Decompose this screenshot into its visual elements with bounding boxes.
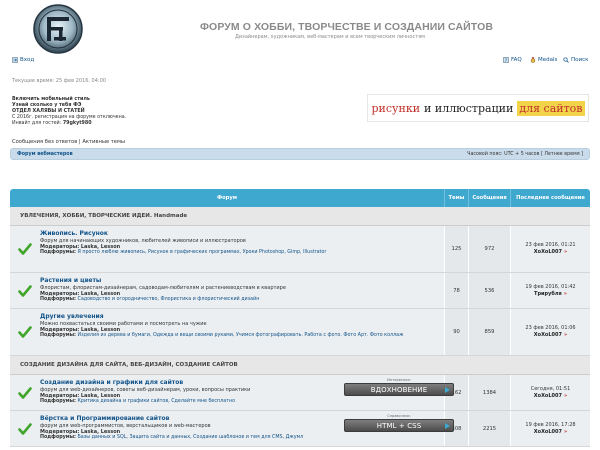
topics-count: 125 xyxy=(444,226,468,272)
posts-count: 536 xyxy=(468,273,510,308)
category-title[interactable]: СОЗДАНИЕ ДИЗАЙНА ДЛЯ САЙТА, ВЕБ-ДИЗАЙН, … xyxy=(10,356,590,375)
last-post: 19 фев 2016, 17:28 XoXoL007» xyxy=(510,411,590,446)
forum-title[interactable]: Живопись. Рисунок xyxy=(40,230,444,238)
last-post: 23 фев 2016, 01:06 XoXoL007» xyxy=(510,309,590,355)
last-post-user[interactable]: XoXoL007 xyxy=(534,393,562,399)
play-arrow-icon xyxy=(445,387,450,393)
faq-label: FAQ xyxy=(511,57,522,63)
login-label: Вход xyxy=(20,57,35,63)
forum-subforums: Подфорумы: Критика дизайна и графики сай… xyxy=(40,399,236,405)
goto-last-post-icon[interactable]: » xyxy=(564,429,567,435)
table-row: Растения и цветы Флористам, флористам-ди… xyxy=(10,273,590,309)
current-time: Текущее время: 25 фев 2016, 04:00 xyxy=(12,78,106,84)
ad-banner[interactable]: рисунки и иллюстрации для сайтов xyxy=(367,94,589,122)
search-label: Поиск xyxy=(571,57,589,63)
quick-links[interactable]: Сообщения без ответов | Активные темы xyxy=(12,139,125,145)
invite-code: 79gkyt980 xyxy=(62,121,92,126)
faq-link[interactable]: ? FAQ xyxy=(503,57,522,63)
login-link[interactable]: Вход xyxy=(12,57,34,63)
medals-link[interactable]: Medals xyxy=(530,57,557,63)
breadcrumb-bar: Форум вебмастеров Часовой пояс: UTC + 5 … xyxy=(10,148,590,160)
header-topics: Темы xyxy=(444,189,468,207)
breadcrumb[interactable]: Форум вебмастеров xyxy=(17,152,73,157)
topics-count: 78 xyxy=(444,273,468,308)
table-row: Вёрстка и Программирование сайтов форум … xyxy=(10,411,590,447)
last-post-user[interactable]: Трирубля xyxy=(534,291,562,297)
login-icon xyxy=(12,57,18,63)
banner-part-3: для сайтов xyxy=(517,100,585,116)
posts-count: 2215 xyxy=(468,411,510,446)
last-post: 19 фев 2016, 01:42 Трирубля» xyxy=(510,273,590,308)
goto-last-post-icon[interactable]: » xyxy=(564,393,567,399)
goto-last-post-icon[interactable]: » xyxy=(564,332,567,338)
info-block: Включить мобильный стиль Узнай сколько у… xyxy=(12,97,126,127)
forum-subforums: Подфорумы: Базы данных и SQL, Защита сай… xyxy=(40,435,304,441)
header-last-post: Последнее сообщение xyxy=(510,189,590,207)
invite-label: Инвайт для гостей: xyxy=(12,121,62,126)
forum-subforums: Подфорумы: Я просто люблю живопись, Рису… xyxy=(40,250,327,256)
last-post: 23 фев 2016, 01:21 XoXoL007» xyxy=(510,226,590,272)
forum-table: Форум Темы Сообщения Последнее сообщение… xyxy=(10,189,590,447)
last-post-date: 23 фев 2016, 01:06 xyxy=(525,325,576,331)
goto-last-post-icon[interactable]: » xyxy=(564,291,567,297)
posts-count: 972 xyxy=(468,226,510,272)
forum-read-check-icon xyxy=(18,243,32,255)
promo-reference: Справочник: HTML + CSS xyxy=(344,414,454,432)
inspiration-button[interactable]: ВДОХНОВЕНИЕ xyxy=(344,383,454,396)
forum-read-check-icon xyxy=(18,285,32,297)
posts-count: 859 xyxy=(468,309,510,355)
forum-read-check-icon xyxy=(18,326,32,338)
faq-icon: ? xyxy=(503,57,509,63)
site-logo-icon[interactable] xyxy=(30,3,86,55)
table-row: Другие увлечения Можно похвастаться свои… xyxy=(10,309,590,356)
forum-read-check-icon xyxy=(18,387,32,399)
play-arrow-icon xyxy=(445,423,450,429)
invite-line: Инвайт для гостей: 79gkyt980 xyxy=(12,121,126,127)
last-post-date: Сегодня, 01:51 xyxy=(530,385,571,392)
forum-subforums: Подфорумы: Изделия из дерева и бумаги, О… xyxy=(40,333,404,339)
search-icon xyxy=(563,57,569,63)
site-title[interactable]: ФОРУМ О ХОББИ, ТВОРЧЕСТВЕ И СОЗДАНИИ САЙ… xyxy=(200,21,493,33)
table-row: Живопись. Рисунок Форум для начинающих х… xyxy=(10,226,590,273)
site-header: ФОРУМ О ХОББИ, ТВОРЧЕСТВЕ И СОЗДАНИИ САЙ… xyxy=(0,0,600,54)
search-link[interactable]: Поиск xyxy=(563,57,588,63)
posts-count: 1384 xyxy=(468,375,510,410)
last-post-user[interactable]: XoXoL007 xyxy=(534,249,562,255)
forum-read-check-icon xyxy=(18,423,32,435)
last-post: Сегодня, 01:51 XoXoL007» xyxy=(510,375,590,410)
forum-title[interactable]: Растения и цветы xyxy=(40,277,444,285)
html-css-button[interactable]: HTML + CSS xyxy=(344,419,454,432)
table-row: Создание дизайна и графики для сайтов фо… xyxy=(10,375,590,411)
last-post-user[interactable]: XoXoL007 xyxy=(534,332,562,338)
table-header: Форум Темы Сообщения Последнее сообщение xyxy=(10,189,590,207)
forum-subforums: Подфорумы: Садоводство и огородничество,… xyxy=(40,297,260,303)
last-post-date: 23 фев 2016, 01:21 xyxy=(525,242,576,248)
banner-part-2: и иллюстрации xyxy=(424,101,514,115)
promo-inspiration: Интересное: ВДОХНОВЕНИЕ xyxy=(344,378,454,396)
last-post-date: 19 фев 2016, 17:28 xyxy=(525,421,576,428)
medal-icon xyxy=(530,57,536,63)
category-title[interactable]: УВЛЕЧЕНИЯ, ХОББИ, ТВОРЧЕСКИЕ ИДЕИ. Handm… xyxy=(10,207,590,226)
topics-count: 90 xyxy=(444,309,468,355)
goto-last-post-icon[interactable]: » xyxy=(564,249,567,255)
medals-label: Medals xyxy=(538,57,558,63)
header-posts: Сообщения xyxy=(468,189,510,207)
banner-part-1: рисунки xyxy=(371,101,421,115)
timezone-text: Часовой пояс: UTC + 5 часов [ Летнее вре… xyxy=(467,151,583,157)
forum-title[interactable]: Другие увлечения xyxy=(40,313,444,321)
site-description: Дизайнерам, художникам, веб-мастерам и в… xyxy=(235,34,425,40)
last-post-user[interactable]: XoXoL007 xyxy=(534,429,562,435)
last-post-date: 19 фев 2016, 01:42 xyxy=(525,283,576,290)
header-forum: Форум xyxy=(216,195,238,201)
